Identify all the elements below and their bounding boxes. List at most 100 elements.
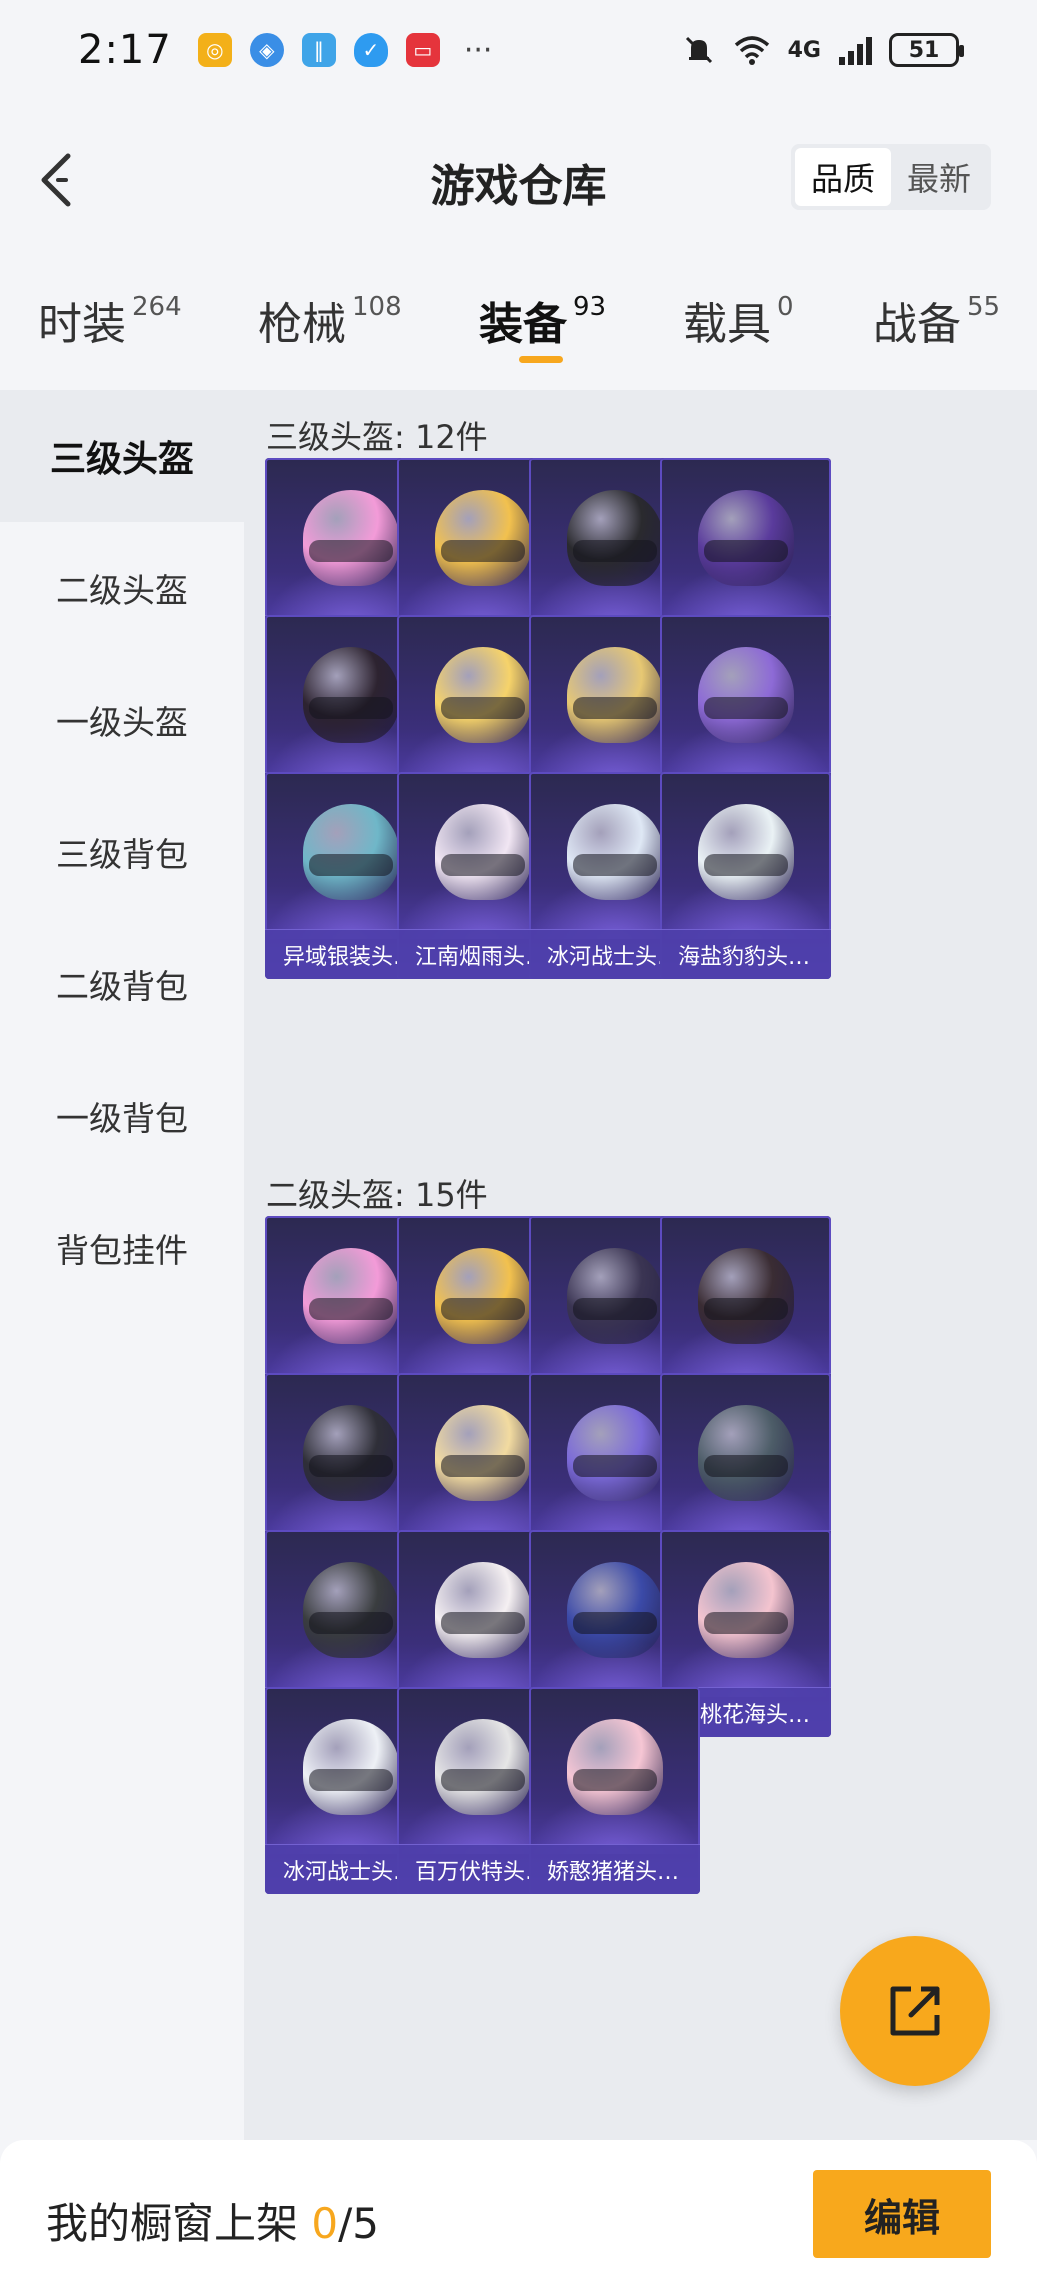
helmet-icon bbox=[566, 804, 663, 900]
app-notification-icon: ▭ bbox=[405, 33, 440, 67]
helmet-visor bbox=[703, 540, 788, 562]
item-card[interactable]: 海盐豹豹头… bbox=[660, 772, 831, 979]
helmet-visor bbox=[703, 697, 788, 719]
tab-vehicles[interactable]: 载具 0 bbox=[683, 288, 794, 352]
sidebar-item-level1-helmet[interactable]: 一级头盔 bbox=[0, 654, 244, 786]
tab-firearms[interactable]: 枪械 108 bbox=[258, 288, 402, 352]
helmet-icon bbox=[302, 1719, 399, 1815]
helmet-icon bbox=[566, 1405, 663, 1501]
helmet-visor bbox=[703, 1298, 788, 1320]
helmet-icon bbox=[434, 1405, 531, 1501]
tab-fashion[interactable]: 时装 264 bbox=[38, 288, 182, 352]
helmet-icon bbox=[434, 1562, 531, 1658]
helmet-visor bbox=[572, 697, 657, 719]
status-right: 4G 51 bbox=[682, 33, 964, 67]
tab-equipment[interactable]: 装备 93 bbox=[479, 288, 606, 352]
helmet-visor bbox=[308, 540, 393, 562]
helmet-visor bbox=[572, 1298, 657, 1320]
helmet-visor bbox=[308, 1298, 393, 1320]
sidebar: 三级头盔 二级头盔 一级头盔 三级背包 二级背包 一级背包 背包挂件 bbox=[0, 390, 244, 2140]
share-button[interactable] bbox=[840, 1936, 990, 2086]
status-time: 2:17 bbox=[78, 27, 172, 73]
helmet-visor bbox=[440, 854, 525, 876]
wifi-icon bbox=[734, 36, 769, 65]
helmet-icon bbox=[566, 1719, 663, 1815]
page-header: 游戏仓库 品质 最新 bbox=[0, 130, 1037, 230]
sidebar-item-backpack-charm[interactable]: 背包挂件 bbox=[0, 1182, 244, 1314]
app-notification-icon: ◎ bbox=[197, 33, 232, 67]
app-notification-icon: ‖ bbox=[301, 33, 336, 67]
helmet-visor bbox=[440, 1455, 525, 1477]
network-type: 4G bbox=[787, 37, 821, 63]
helmet-visor bbox=[308, 697, 393, 719]
status-bar: 2:17 ◎ ◈ ‖ ✓ ▭ ··· 4G 51 bbox=[0, 0, 1037, 100]
helmet-icon bbox=[566, 1248, 663, 1344]
helmet-icon bbox=[434, 490, 531, 586]
tab-supplies[interactable]: 战备 55 bbox=[873, 288, 1000, 352]
sidebar-item-level1-backpack[interactable]: 一级背包 bbox=[0, 1050, 244, 1182]
helmet-visor bbox=[308, 854, 393, 876]
section-title-level2-helmet: 二级头盔: 15件 bbox=[266, 1176, 488, 1214]
item-name: 娇憨猪猪头… bbox=[529, 1844, 700, 1894]
helmet-visor bbox=[703, 1455, 788, 1477]
helmet-visor bbox=[572, 1612, 657, 1634]
battery-indicator: 51 bbox=[889, 33, 964, 67]
mute-bell-icon bbox=[685, 36, 712, 64]
sort-toggle: 品质 最新 bbox=[790, 144, 991, 210]
helmet-icon bbox=[434, 647, 531, 743]
helmet-icon bbox=[697, 490, 794, 586]
helmet-icon bbox=[302, 1248, 399, 1344]
category-tabs: 时装 264 枪械 108 装备 93 载具 0 战备 55 bbox=[0, 280, 1037, 380]
sidebar-item-level3-backpack[interactable]: 三级背包 bbox=[0, 786, 244, 918]
item-grid-panel: 三级头盔: 12件 炫彩糖果头…萌鸡速递头…狂鲨锋刃头…凌霄紫焰头…绯穹魔姬头…… bbox=[244, 390, 1037, 2140]
helmet-visor bbox=[440, 697, 525, 719]
helmet-icon bbox=[302, 1405, 399, 1501]
helmet-icon bbox=[302, 647, 399, 743]
helmet-visor bbox=[308, 1455, 393, 1477]
helmet-icon bbox=[302, 1562, 399, 1658]
helmet-icon bbox=[697, 1562, 794, 1658]
item-card[interactable]: 娇憨猪猪头… bbox=[529, 1687, 700, 1894]
helmet-visor bbox=[572, 540, 657, 562]
helmet-icon bbox=[302, 804, 399, 900]
notification-icons: ◎ ◈ ‖ ✓ ▭ ··· bbox=[197, 32, 493, 68]
helmet-icon bbox=[566, 647, 663, 743]
helmet-icon bbox=[434, 1248, 531, 1344]
helmet-icon bbox=[697, 804, 794, 900]
shield-notification-icon: ✓ bbox=[353, 33, 388, 67]
active-tab-indicator bbox=[519, 356, 563, 363]
helmet-visor bbox=[440, 1612, 525, 1634]
edit-button[interactable]: 编辑 bbox=[813, 2170, 991, 2258]
app-notification-icon: ◈ bbox=[249, 33, 284, 67]
showcase-label: 我的橱窗上架 0/5 bbox=[46, 2199, 379, 2248]
showcase-bar: 我的橱窗上架 0/5 编辑 bbox=[0, 2140, 1037, 2295]
more-notifications-icon: ··· bbox=[463, 32, 493, 68]
helmet-icon bbox=[434, 804, 531, 900]
helmet-icon bbox=[434, 1719, 531, 1815]
helmet-visor bbox=[440, 1298, 525, 1320]
section-title-level3-helmet: 三级头盔: 12件 bbox=[266, 418, 488, 456]
helmet-icon bbox=[697, 647, 794, 743]
helmet-visor bbox=[440, 1769, 525, 1791]
signal-icon bbox=[839, 37, 872, 65]
helmet-icon bbox=[566, 1562, 663, 1658]
helmet-visor bbox=[308, 1769, 393, 1791]
item-name: 海盐豹豹头… bbox=[660, 929, 831, 979]
helmet-visor bbox=[572, 854, 657, 876]
helmet-visor bbox=[308, 1612, 393, 1634]
helmet-visor bbox=[440, 540, 525, 562]
helmet-visor bbox=[572, 1769, 657, 1791]
helmet-visor bbox=[703, 854, 788, 876]
helmet-icon bbox=[566, 490, 663, 586]
helmet-icon bbox=[302, 490, 399, 586]
share-external-icon bbox=[890, 1986, 940, 2036]
sidebar-item-level3-helmet[interactable]: 三级头盔 bbox=[0, 390, 244, 522]
helmet-icon bbox=[697, 1405, 794, 1501]
sidebar-item-level2-backpack[interactable]: 二级背包 bbox=[0, 918, 244, 1050]
helmet-visor bbox=[703, 1612, 788, 1634]
sort-quality-button[interactable]: 品质 bbox=[794, 148, 891, 206]
sort-latest-button[interactable]: 最新 bbox=[891, 148, 987, 206]
sidebar-item-level2-helmet[interactable]: 二级头盔 bbox=[0, 522, 244, 654]
helmet-icon bbox=[697, 1248, 794, 1344]
helmet-visor bbox=[572, 1455, 657, 1477]
